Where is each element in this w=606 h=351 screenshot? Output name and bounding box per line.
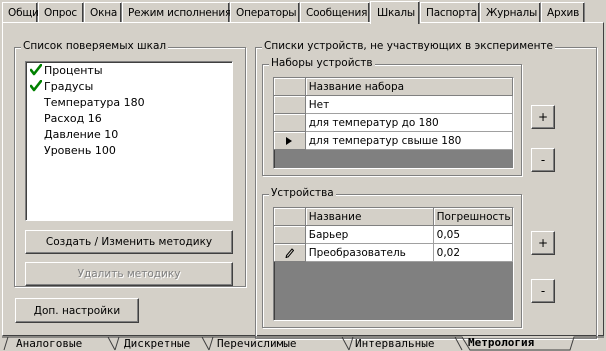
column-header-error[interactable]: Погрешность — [433, 208, 513, 226]
table-cell[interactable]: 0,02 — [433, 244, 513, 262]
remove-device-button[interactable]: - — [531, 279, 555, 303]
table-row[interactable]: Нет — [274, 96, 513, 114]
list-item-label: Расход 16 — [44, 111, 102, 125]
list-item-label: Давление 10 — [44, 127, 119, 141]
list-item-label: Температура 180 — [44, 95, 145, 109]
tab-passports[interactable]: Паспорта — [420, 2, 480, 23]
devices-subgroup: Устройства Название Погрешность Барьер 0… — [262, 187, 522, 328]
row-indicator[interactable] — [274, 132, 306, 150]
row-indicator[interactable] — [274, 226, 306, 244]
tab-polling[interactable]: Опрос — [38, 2, 84, 23]
tab-operators[interactable]: Операторы — [230, 2, 300, 23]
device-sets-group: Наборы устройств Название набора Нет для… — [262, 57, 522, 176]
row-indicator[interactable] — [274, 244, 306, 262]
grid-header-row: Название набора — [274, 78, 513, 96]
table-row[interactable]: Преобразователь 0,02 — [274, 244, 513, 262]
create-edit-method-button[interactable]: Создать / Изменить методику — [25, 230, 233, 254]
tab-journals[interactable]: Журналы — [480, 2, 541, 23]
bottom-tab-analog[interactable]: Аналоговые — [16, 336, 82, 351]
devices-legend: Устройства — [269, 187, 336, 199]
device-sets-legend: Наборы устройств — [269, 57, 375, 69]
tab-execution-mode[interactable]: Режим исполнения — [122, 2, 231, 23]
device-sets-grid[interactable]: Название набора Нет для температур до 18… — [273, 77, 514, 169]
bottom-tab-metrology[interactable]: Метрология — [468, 335, 534, 350]
list-item-label: Градусы — [44, 79, 94, 93]
tab-scales[interactable]: Шкалы — [370, 1, 420, 24]
tab-messages[interactable]: Сообщения — [300, 2, 370, 23]
devices-group-legend: Списки устройств, не участвующих в экспе… — [262, 40, 556, 52]
devices-grid[interactable]: Название Погрешность Барьер 0,05 Преобра… — [273, 207, 514, 321]
table-cell[interactable]: Барьер — [305, 226, 434, 244]
column-header-set-name[interactable]: Название набора — [305, 78, 513, 96]
list-item[interactable]: Уровень 100 — [26, 142, 232, 158]
list-item[interactable]: Давление 10 — [26, 126, 232, 142]
delete-method-button[interactable]: Удалить методику — [25, 262, 233, 286]
list-item[interactable]: Температура 180 — [26, 94, 232, 110]
tab-page-scales: Список поверяемых шкал Проценты Градусы … — [2, 22, 604, 339]
table-row[interactable]: для температур свыше 180 — [274, 132, 513, 150]
bottom-tab-enumerable[interactable]: Перечислимые — [217, 336, 296, 351]
list-item[interactable]: Градусы — [26, 78, 232, 94]
bottom-tab-discrete[interactable]: Дискретные — [124, 336, 190, 351]
list-item[interactable]: Расход 16 — [26, 110, 232, 126]
row-indicator-header — [274, 208, 306, 226]
table-cell[interactable]: для температур свыше 180 — [305, 132, 513, 150]
row-indicator[interactable] — [274, 114, 306, 132]
bottom-tab-interval[interactable]: Интервальные — [355, 336, 434, 351]
add-device-button[interactable]: + — [531, 231, 555, 255]
table-cell[interactable]: Нет — [305, 96, 513, 114]
table-row[interactable]: для температур до 180 — [274, 114, 513, 132]
tab-archive[interactable]: Архив — [541, 2, 585, 23]
scales-list[interactable]: Проценты Градусы Температура 180 Расход … — [25, 61, 233, 221]
extra-settings-button[interactable]: Доп. настройки — [15, 298, 139, 323]
check-icon — [28, 79, 44, 93]
tab-general[interactable]: Общие — [2, 2, 45, 23]
table-cell[interactable]: Преобразователь — [305, 244, 434, 262]
list-item-label: Уровень 100 — [44, 143, 116, 157]
row-indicator[interactable] — [274, 96, 306, 114]
top-tab-strip: Общие Опрос Окна Режим исполнения Операт… — [2, 1, 585, 24]
list-item-label: Проценты — [44, 63, 103, 77]
list-item[interactable]: Проценты — [26, 62, 232, 78]
grid-header-row: Название Погрешность — [274, 208, 513, 226]
scales-group: Список поверяемых шкал Проценты Градусы … — [14, 40, 246, 287]
pencil-edit-icon — [285, 247, 294, 258]
devices-group: Списки устройств, не участвующих в экспе… — [255, 40, 597, 339]
current-row-arrow-icon — [286, 136, 293, 145]
remove-set-button[interactable]: - — [531, 148, 555, 172]
row-indicator-header — [274, 78, 306, 96]
add-set-button[interactable]: + — [531, 105, 555, 129]
table-cell[interactable]: 0,05 — [433, 226, 513, 244]
check-icon — [28, 63, 44, 77]
table-row[interactable]: Барьер 0,05 — [274, 226, 513, 244]
column-header-device-name[interactable]: Название — [305, 208, 434, 226]
table-cell[interactable]: для температур до 180 — [305, 114, 513, 132]
tab-windows[interactable]: Окна — [84, 2, 122, 23]
scales-group-legend: Список поверяемых шкал — [21, 40, 169, 52]
